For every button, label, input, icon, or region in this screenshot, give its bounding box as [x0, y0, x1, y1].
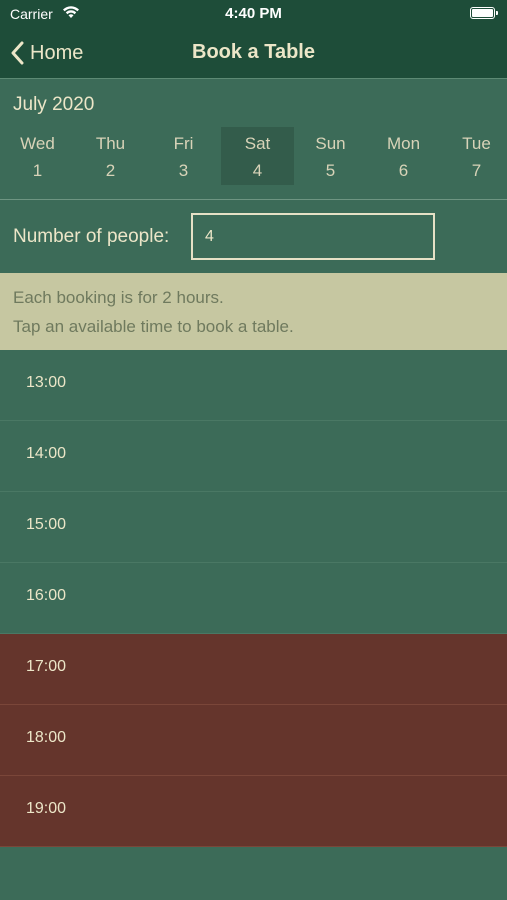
date-picker: July 2020 Wed 1 Thu 2 Fri 3 Sat 4 Sun 5 Mon 6 Tue 7	[0, 80, 507, 200]
day-number: 6	[398, 161, 409, 180]
day-number: 2	[105, 161, 116, 180]
page-title: Book a Table	[192, 41, 315, 63]
info-line-duration: Each booking is for 2 hours.	[13, 288, 224, 307]
day-name: Wed	[20, 134, 55, 153]
day-name: Thu	[95, 134, 126, 153]
day-thu[interactable]: Thu 2	[74, 127, 147, 185]
day-number: 5	[325, 161, 336, 180]
time-slot-1300[interactable]: 13:00	[0, 350, 507, 421]
day-mon[interactable]: Mon 6	[367, 127, 440, 185]
status-bar: Carrier 4:40 PM	[0, 0, 507, 28]
day-number: 3	[178, 161, 189, 180]
time-slot-label: 14:00	[26, 445, 67, 462]
people-count-input[interactable]	[191, 213, 435, 260]
time-slot-label: 15:00	[26, 516, 67, 533]
info-banner: Each booking is for 2 hours. Tap an avai…	[0, 273, 507, 350]
people-label: Number of people:	[13, 226, 170, 247]
time-slot-label: 17:00	[26, 658, 67, 675]
time-slot-list: 13:00 14:00 15:00 16:00 17:00 18:00 19:00	[0, 350, 507, 847]
day-sun[interactable]: Sun 5	[294, 127, 367, 185]
day-number: 7	[471, 161, 482, 180]
navigation-bar: Home Book a Table	[0, 28, 507, 79]
day-number: 4	[252, 161, 263, 180]
clock: 4:40 PM	[225, 5, 282, 22]
info-line-instruction: Tap an available time to book a table.	[13, 317, 294, 336]
day-sat[interactable]: Sat 4	[221, 127, 294, 185]
people-row: Number of people:	[0, 201, 507, 273]
time-slot-label: 16:00	[26, 587, 67, 604]
day-name: Sat	[244, 134, 271, 153]
day-fri[interactable]: Fri 3	[147, 127, 220, 185]
battery-icon	[470, 7, 498, 19]
day-strip: Wed 1 Thu 2 Fri 3 Sat 4 Sun 5 Mon 6 Tue 7	[0, 127, 507, 185]
day-name: Sun	[315, 134, 346, 153]
time-slot-label: 19:00	[26, 800, 67, 817]
day-number: 1	[32, 161, 43, 180]
day-wed[interactable]: Wed 1	[1, 127, 74, 185]
day-name: Fri	[173, 134, 194, 153]
time-slot-1500[interactable]: 15:00	[0, 492, 507, 563]
day-tue[interactable]: Tue 7	[440, 127, 507, 185]
time-slot-1800[interactable]: 18:00	[0, 705, 507, 776]
day-name: Mon	[386, 134, 421, 153]
time-slot-1700[interactable]: 17:00	[0, 634, 507, 705]
time-slot-label: 18:00	[26, 729, 67, 746]
month-label: July 2020	[13, 94, 95, 115]
time-slot-label: 13:00	[26, 374, 67, 391]
time-slot-1900[interactable]: 19:00	[0, 776, 507, 847]
day-name: Tue	[462, 134, 491, 153]
time-slot-1400[interactable]: 14:00	[0, 421, 507, 492]
time-slot-1600[interactable]: 16:00	[0, 563, 507, 634]
